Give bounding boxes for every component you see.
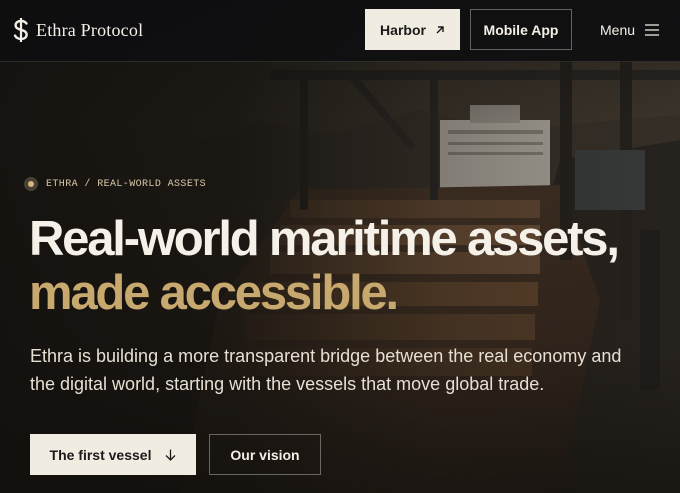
hero-headline-line2: made accessible.	[29, 266, 399, 320]
brand-logo-link[interactable]: Ethra Protocol	[12, 17, 143, 43]
menu-button[interactable]: Menu	[600, 20, 660, 40]
top-navigation-bar: Ethra Protocol Harbor Mobile App Menu	[0, 0, 680, 62]
first-vessel-button[interactable]: The first vessel	[30, 434, 196, 475]
hamburger-icon	[645, 24, 660, 36]
breadcrumb-text: ETHRA / REAL-WORLD ASSETS	[46, 178, 207, 190]
hero-headline: Real-world maritime assets, made accessi…	[29, 212, 679, 320]
brand-name: Ethra Protocol	[36, 19, 144, 40]
mobile-app-button-label: Mobile App	[483, 21, 559, 38]
dollar-sign-logo-icon	[13, 18, 28, 42]
our-vision-button-label: Our vision	[230, 446, 300, 463]
mobile-app-button[interactable]: Mobile App	[470, 9, 572, 50]
harbor-button-label: Harbor	[380, 21, 426, 38]
menu-button-label: Menu	[600, 22, 636, 38]
first-vessel-button-label: The first vessel	[49, 446, 152, 463]
breadcrumb: ETHRA / REAL-WORLD ASSETS	[24, 177, 206, 191]
harbor-button[interactable]: Harbor	[365, 9, 460, 50]
hero-headline-line1: Real-world maritime assets,	[29, 212, 620, 266]
hero-description: Ethra is building a more transparent bri…	[30, 346, 622, 394]
breadcrumb-dot-icon	[24, 177, 38, 191]
our-vision-button[interactable]: Our vision	[209, 434, 321, 475]
arrow-down-icon	[166, 449, 176, 461]
arrow-north-east-icon	[436, 25, 444, 33]
